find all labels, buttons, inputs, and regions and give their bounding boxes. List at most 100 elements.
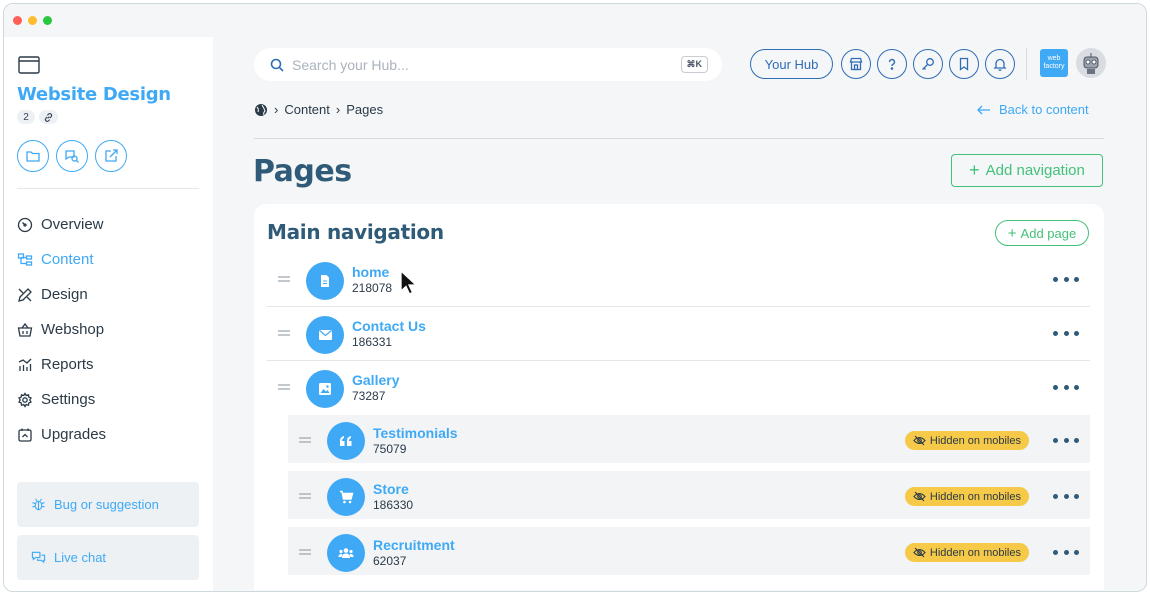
key-button[interactable]: [913, 49, 943, 79]
upgrade-icon: [18, 428, 32, 442]
envelope-icon: [318, 330, 332, 340]
add-page-label: Add page: [1020, 225, 1077, 241]
quick-actions: [17, 140, 127, 172]
more-options-button[interactable]: [1053, 326, 1079, 340]
live-chat-button[interactable]: Live chat: [17, 535, 199, 580]
page-name[interactable]: Store: [373, 481, 409, 497]
page-id: 186330: [373, 498, 414, 512]
page-name[interactable]: Gallery: [352, 372, 399, 388]
breadcrumb-content[interactable]: Content: [284, 102, 330, 117]
page-id: 73287: [352, 389, 386, 403]
sidebar-item-label: Content: [41, 251, 94, 268]
more-options-button[interactable]: [1053, 433, 1079, 447]
arrow-left-icon: [977, 105, 990, 114]
hidden-on-mobiles-label: Hidden on mobiles: [929, 490, 1021, 503]
chart-icon: [18, 358, 32, 371]
sidebar-item-reports[interactable]: Reports: [17, 347, 106, 382]
more-options-button[interactable]: [1053, 380, 1079, 394]
page-row-contact-us[interactable]: Contact Us 186331: [267, 308, 1090, 361]
external-link-button[interactable]: [95, 140, 127, 172]
sidebar-item-content[interactable]: Content: [17, 242, 106, 277]
drag-handle-icon[interactable]: [299, 436, 311, 444]
page-icon-badge: [306, 262, 344, 300]
sidebar-item-design[interactable]: Design: [17, 277, 106, 312]
sidebar-item-overview[interactable]: Overview: [17, 207, 106, 242]
plus-icon: +: [969, 160, 980, 180]
page-icon-badge: [327, 534, 365, 572]
site-title: Website Design: [17, 84, 171, 105]
link-icon[interactable]: [39, 110, 58, 124]
your-hub-button[interactable]: Your Hub: [750, 49, 833, 79]
search-input[interactable]: [292, 56, 672, 73]
sidebar-divider: [17, 188, 199, 189]
drag-handle-icon[interactable]: [278, 329, 290, 337]
robot-avatar-icon: [1076, 48, 1106, 78]
live-chat-label: Live chat: [54, 550, 107, 565]
help-button[interactable]: [877, 49, 907, 79]
search-bar[interactable]: ⌘K: [254, 48, 722, 81]
page-row-testimonials[interactable]: Testimonials 75079 Hidden on mobiles: [288, 415, 1090, 467]
page-icon-badge: [306, 316, 344, 354]
sidebar-nav: Overview Content Design Webshop Reports …: [17, 207, 106, 452]
chat-bubbles-icon: [31, 551, 46, 564]
bug-icon: [32, 498, 45, 511]
back-to-content-link[interactable]: Back to content: [977, 102, 1089, 117]
page-title: Pages: [253, 154, 352, 189]
sidebar-item-label: Reports: [41, 356, 94, 373]
add-page-button[interactable]: + Add page: [995, 220, 1089, 246]
browser-window-icon: [18, 56, 40, 74]
search-shortcut-hint: ⌘K: [680, 56, 708, 73]
globe-icon[interactable]: [254, 103, 268, 117]
page-id: 218078: [352, 281, 393, 295]
cart-icon: [339, 490, 353, 504]
breadcrumb-separator: ›: [274, 102, 279, 117]
notifications-button[interactable]: [985, 49, 1015, 79]
bookmark-button[interactable]: [949, 49, 979, 79]
eye-off-icon: [913, 547, 926, 558]
drag-handle-icon[interactable]: [278, 383, 290, 391]
add-navigation-button[interactable]: + Add navigation: [951, 154, 1103, 187]
page-name[interactable]: home: [352, 264, 389, 280]
folder-button[interactable]: [17, 140, 49, 172]
drag-handle-icon[interactable]: [299, 492, 311, 500]
page-row-gallery[interactable]: Gallery 73287: [267, 362, 1090, 415]
panel-title: Main navigation: [267, 220, 444, 244]
app-window: Website Design 2 Overview Content Design…: [3, 3, 1147, 592]
maximize-window-button[interactable]: [43, 16, 52, 25]
avatar[interactable]: [1076, 48, 1106, 78]
page-id: 186331: [352, 335, 393, 349]
minimize-window-button[interactable]: [28, 16, 37, 25]
design-tools-icon: [18, 287, 32, 302]
drag-handle-icon[interactable]: [299, 548, 311, 556]
sidebar-item-webshop[interactable]: Webshop: [17, 312, 106, 347]
web-factory-logo[interactable]: web factory: [1040, 49, 1068, 77]
eye-off-icon: [913, 491, 926, 502]
page-row-recruitment[interactable]: Recruitment 62037 Hidden on mobiles: [288, 527, 1090, 579]
key-icon: [922, 58, 934, 70]
page-id: 75079: [373, 442, 407, 456]
more-options-button[interactable]: [1053, 272, 1079, 286]
page-row-store[interactable]: Store 186330 Hidden on mobiles: [288, 471, 1090, 523]
sidebar-item-upgrades[interactable]: Upgrades: [17, 417, 106, 452]
more-options-button[interactable]: [1053, 489, 1079, 503]
eye-off-icon: [913, 435, 926, 446]
page-count-badge: 2: [17, 110, 35, 124]
page-row-home[interactable]: home 218078: [267, 254, 1090, 307]
folder-icon: [26, 151, 40, 162]
page-name[interactable]: Testimonials: [373, 425, 458, 441]
sidebar-item-label: Overview: [41, 216, 104, 233]
drag-handle-icon[interactable]: [278, 275, 290, 283]
store-button[interactable]: [841, 49, 871, 79]
more-options-button[interactable]: [1053, 545, 1079, 559]
bug-suggestion-button[interactable]: Bug or suggestion: [17, 482, 199, 527]
sidebar-item-settings[interactable]: Settings: [17, 382, 106, 417]
gear-icon: [18, 391, 32, 408]
chat-search-button[interactable]: [56, 140, 88, 172]
page-name[interactable]: Recruitment: [373, 537, 455, 553]
search-icon: [270, 58, 284, 72]
bell-icon: [993, 58, 1007, 71]
sidebar-item-label: Settings: [41, 391, 96, 408]
page-name[interactable]: Contact Us: [352, 318, 426, 334]
close-window-button[interactable]: [13, 16, 22, 25]
content-divider: [254, 138, 1104, 139]
